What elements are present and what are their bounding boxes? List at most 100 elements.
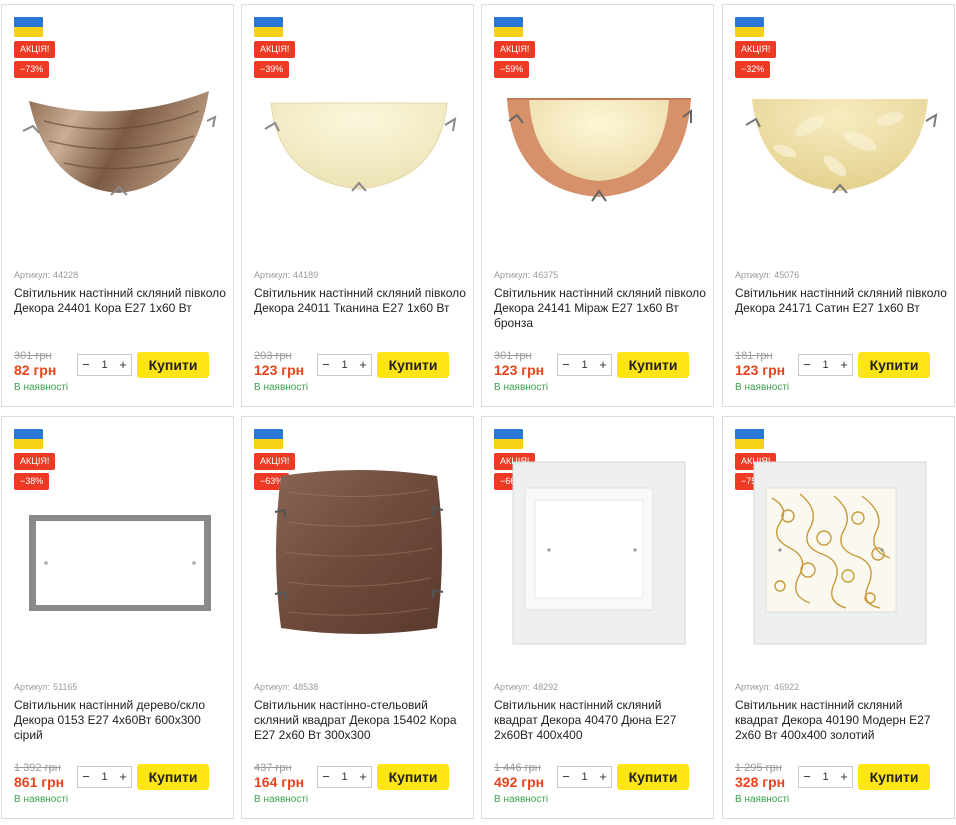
buy-button[interactable]: Купити xyxy=(617,764,689,790)
plus-icon[interactable]: + xyxy=(355,355,371,375)
sku: Артикул: 44189 xyxy=(254,270,319,280)
product-image[interactable] xyxy=(252,457,465,647)
ukraine-flag-icon xyxy=(494,17,523,37)
plus-icon[interactable]: + xyxy=(355,767,371,787)
product-image[interactable] xyxy=(492,71,705,221)
square-gold-lamp-icon xyxy=(753,461,926,645)
sku: Артикул: 46922 xyxy=(735,682,800,692)
ukraine-flag-icon xyxy=(735,17,764,37)
buy-button[interactable]: Купити xyxy=(858,764,930,790)
price: 82 грн xyxy=(14,362,57,378)
quantity-input[interactable]: 1 xyxy=(341,359,347,371)
stock-status: В наявності xyxy=(735,382,790,393)
stock-status: В наявності xyxy=(494,794,549,805)
product-card: АКЦІЯ! −63% Артикул: 48538 Світильник нас… xyxy=(241,416,474,819)
ukraine-flag-icon xyxy=(494,429,523,449)
product-image[interactable] xyxy=(12,483,225,633)
quantity-stepper: − 1 + xyxy=(77,354,132,376)
product-image[interactable] xyxy=(733,71,946,221)
price: 492 грн xyxy=(494,774,545,790)
buy-button[interactable]: Купити xyxy=(377,352,449,378)
square-white-lamp-icon xyxy=(512,461,685,645)
quantity-stepper: − 1 + xyxy=(557,766,612,788)
product-title[interactable]: Світильник настінний дерево/скло Декора … xyxy=(14,698,226,743)
minus-icon[interactable]: − xyxy=(558,767,574,787)
product-card: АКЦІЯ! −39% Артикул: 44189 Світильник нас… xyxy=(241,4,474,407)
quantity-stepper: − 1 + xyxy=(798,354,853,376)
product-card: АКЦІЯ! −38% Артикул: 51165 Світильник нас… xyxy=(1,416,234,819)
minus-icon[interactable]: − xyxy=(558,355,574,375)
minus-icon[interactable]: − xyxy=(78,355,94,375)
product-card: АКЦІЯ! −59% Артикул: 46375 Світильник нас… xyxy=(481,4,714,407)
product-image[interactable] xyxy=(252,71,465,221)
stock-status: В наявності xyxy=(14,794,69,805)
old-price: 181 грн xyxy=(735,350,773,362)
price: 861 грн xyxy=(14,774,65,790)
minus-icon[interactable]: − xyxy=(318,767,334,787)
product-title[interactable]: Світильник настінний скляний півколо Дек… xyxy=(254,286,466,316)
quantity-stepper: − 1 + xyxy=(557,354,612,376)
quantity-input[interactable]: 1 xyxy=(101,771,107,783)
sku: Артикул: 45076 xyxy=(735,270,800,280)
product-image[interactable] xyxy=(492,453,705,653)
buy-button[interactable]: Купити xyxy=(617,352,689,378)
plus-icon[interactable]: + xyxy=(836,767,852,787)
sku: Артикул: 48538 xyxy=(254,682,319,692)
sale-badge: АКЦІЯ! xyxy=(14,453,56,470)
old-price: 1 446 грн xyxy=(494,762,541,774)
quantity-input[interactable]: 1 xyxy=(101,359,107,371)
square-brown-lamp-icon xyxy=(274,470,443,634)
old-price: 1 392 грн xyxy=(14,762,61,774)
price: 328 грн xyxy=(735,774,786,790)
buy-button[interactable]: Купити xyxy=(377,764,449,790)
plus-icon[interactable]: + xyxy=(595,355,611,375)
product-title[interactable]: Світильник настінний скляний півколо Дек… xyxy=(494,286,706,331)
quantity-input[interactable]: 1 xyxy=(822,771,828,783)
product-card: АКЦІЯ! −32% Артикул: 45076 Світильник нас… xyxy=(722,4,955,407)
sku: Артикул: 46375 xyxy=(494,270,559,280)
price: 164 грн xyxy=(254,774,305,790)
halfmoon-satin-lamp-icon xyxy=(744,99,937,194)
stock-status: В наявності xyxy=(254,794,309,805)
old-price: 203 грн xyxy=(254,350,292,362)
buy-button[interactable]: Купити xyxy=(858,352,930,378)
price: 123 грн xyxy=(254,362,305,378)
ukraine-flag-icon xyxy=(14,429,43,449)
minus-icon[interactable]: − xyxy=(78,767,94,787)
quantity-input[interactable]: 1 xyxy=(822,359,828,371)
plus-icon[interactable]: + xyxy=(595,767,611,787)
stock-status: В наявності xyxy=(14,382,69,393)
product-title[interactable]: Світильник настінний скляний півколо Дек… xyxy=(735,286,947,316)
minus-icon[interactable]: − xyxy=(318,355,334,375)
plus-icon[interactable]: + xyxy=(836,355,852,375)
product-image[interactable] xyxy=(733,453,946,653)
halfmoon-bronze-lamp-icon xyxy=(506,98,692,202)
product-title[interactable]: Світильник настінний скляний квадрат Дек… xyxy=(735,698,947,743)
stock-status: В наявності xyxy=(735,794,790,805)
plus-icon[interactable]: + xyxy=(115,767,131,787)
quantity-stepper: − 1 + xyxy=(317,766,372,788)
ukraine-flag-icon xyxy=(14,17,43,37)
quantity-stepper: − 1 + xyxy=(77,766,132,788)
sku: Артикул: 44228 xyxy=(14,270,79,280)
product-card: АКЦІЯ! −75% Артикул: 46922 Світильник на… xyxy=(722,416,955,819)
product-title[interactable]: Світильник настінний скляний півколо Дек… xyxy=(14,286,226,316)
quantity-input[interactable]: 1 xyxy=(341,771,347,783)
minus-icon[interactable]: − xyxy=(799,355,815,375)
price: 123 грн xyxy=(735,362,786,378)
product-title[interactable]: Світильник настінний скляний квадрат Дек… xyxy=(494,698,706,743)
product-title[interactable]: Світильник настінно-стельовий скляний кв… xyxy=(254,698,466,743)
sku: Артикул: 48292 xyxy=(494,682,559,692)
quantity-input[interactable]: 1 xyxy=(581,771,587,783)
buy-button[interactable]: Купити xyxy=(137,764,209,790)
plus-icon[interactable]: + xyxy=(115,355,131,375)
buy-button[interactable]: Купити xyxy=(137,352,209,378)
product-card: АКЦІЯ! −73% Артикул: 44228 Світильник нас… xyxy=(1,4,234,407)
sale-badge: АКЦІЯ! xyxy=(254,41,296,58)
minus-icon[interactable]: − xyxy=(799,767,815,787)
product-image[interactable] xyxy=(12,71,225,221)
sale-badge: АКЦІЯ! xyxy=(494,41,536,58)
quantity-input[interactable]: 1 xyxy=(581,359,587,371)
ukraine-flag-icon xyxy=(254,17,283,37)
stock-status: В наявності xyxy=(494,382,549,393)
